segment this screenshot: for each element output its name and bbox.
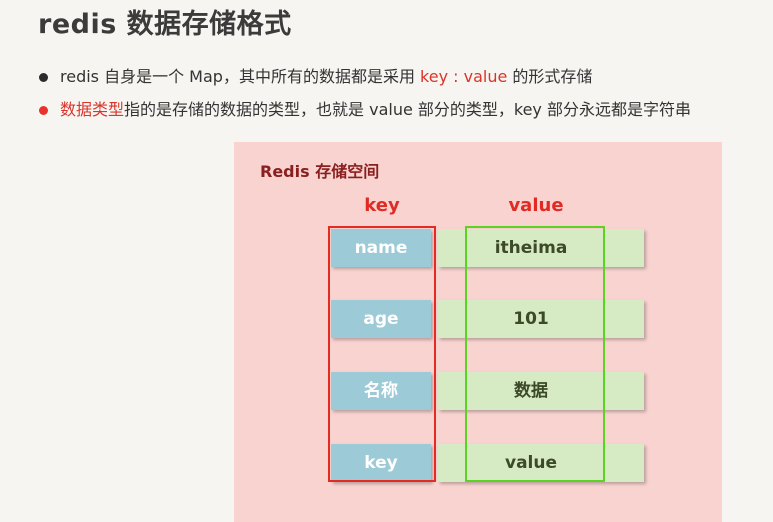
bullet-highlight-data-type: 数据类型 [60, 100, 125, 119]
value-column-header: value [508, 195, 564, 216]
value-column-frame [465, 226, 605, 482]
bullet-text-suffix: 的形式存储 [507, 67, 593, 86]
bullet-text-suffix: 指的是存储的数据的类型，也就是 value 部分的类型，key 部分永远都是字符… [124, 100, 691, 119]
key-column-frame [328, 226, 436, 482]
panel-title: Redis 存储空间 [260, 162, 380, 181]
bullet-dot-icon [39, 73, 48, 82]
key-column-header: key [364, 195, 400, 216]
bullet-text-prefix: redis 自身是一个 Map，其中所有的数据都是采用 [60, 67, 421, 86]
bullet-item-data-type: 数据类型指的是存储的数据的类型，也就是 value 部分的类型，key 部分永远… [38, 99, 691, 121]
bullet-dot-icon [39, 106, 48, 115]
page-title: redis 数据存储格式 [38, 9, 292, 40]
bullet-list: redis 自身是一个 Map，其中所有的数据都是采用 key : value … [38, 66, 691, 132]
bullet-highlight-key-value: key : value [420, 67, 508, 86]
redis-storage-panel: Redis 存储空间 key value name itheima age 10… [234, 142, 722, 522]
bullet-item-map: redis 自身是一个 Map，其中所有的数据都是采用 key : value … [38, 66, 691, 88]
